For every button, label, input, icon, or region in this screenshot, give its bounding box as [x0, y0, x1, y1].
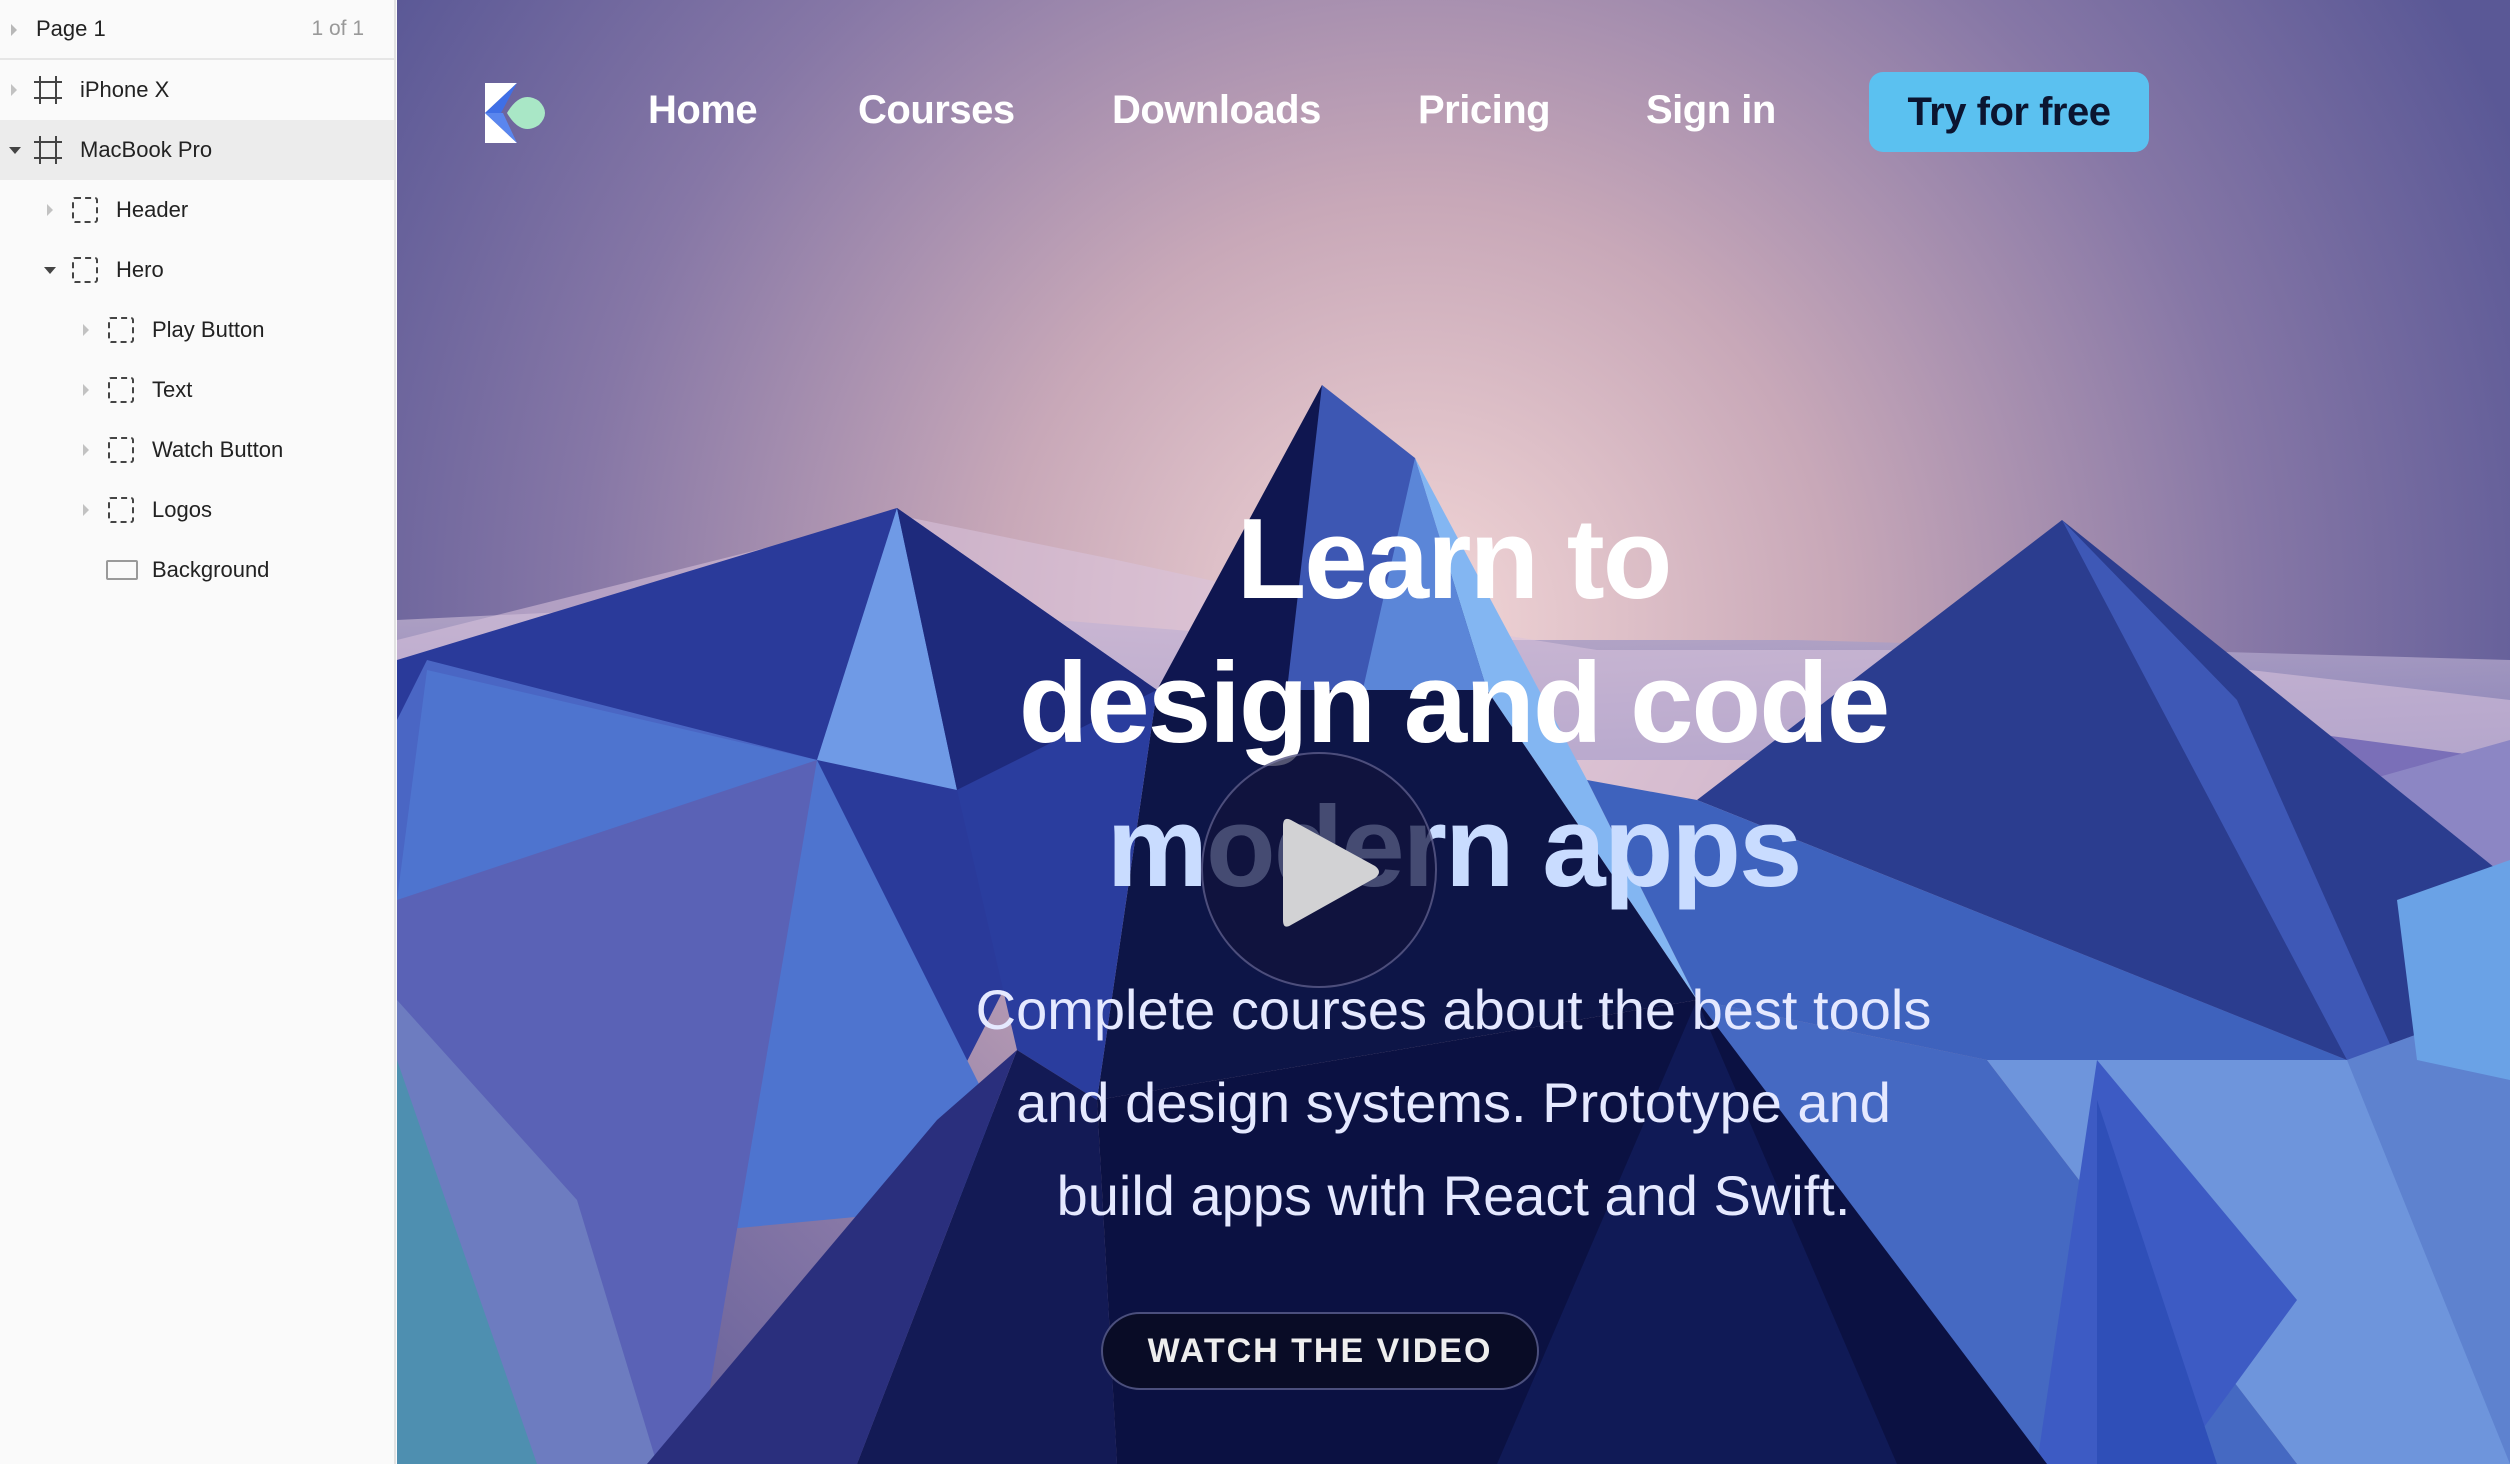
nav-pricing-link[interactable]: Pricing: [1418, 88, 1551, 133]
group-icon: [108, 377, 134, 403]
caret-right-icon[interactable]: [83, 504, 89, 516]
layer-hero[interactable]: Hero: [0, 240, 394, 300]
layer-iphone-x[interactable]: iPhone X: [0, 60, 394, 120]
logo-icon[interactable]: [485, 83, 547, 143]
group-icon: [108, 437, 134, 463]
group-icon: [108, 497, 134, 523]
layer-play-button[interactable]: Play Button: [0, 300, 394, 360]
hero-headline-line-1: Learn to: [1236, 496, 1673, 623]
group-icon: [72, 257, 98, 283]
hero-subtitle-line-1: Complete courses about the best tools: [975, 978, 1932, 1041]
layer-label: MacBook Pro: [80, 137, 213, 162]
layer-label: Play Button: [152, 317, 265, 342]
site-header: Home Courses Downloads Pricing Sign in T…: [397, 0, 2510, 224]
play-icon: [1283, 818, 1379, 927]
layer-label: Text: [152, 377, 193, 402]
artboard-icon: [34, 76, 62, 104]
rectangle-icon: [106, 560, 138, 580]
canvas-artboard: Home Courses Downloads Pricing Sign in T…: [397, 0, 2510, 1464]
layer-label: Background: [152, 557, 270, 582]
hero-subtitle-line-3: build apps with React and Swift.: [1056, 1164, 1851, 1227]
layer-label: Header: [116, 197, 189, 222]
layers-panel: Page 1 1 of 1 iPhone X MacBook Pro Heade…: [0, 0, 396, 1464]
caret-down-icon[interactable]: [44, 267, 56, 274]
caret-right-icon[interactable]: [83, 324, 89, 336]
nav-courses-link[interactable]: Courses: [858, 88, 1015, 133]
layer-logos[interactable]: Logos: [0, 480, 394, 540]
layer-background[interactable]: Background: [0, 540, 394, 600]
caret-right-icon[interactable]: [83, 444, 89, 456]
caret-right-icon[interactable]: [11, 84, 17, 96]
nav-downloads-link[interactable]: Downloads: [1112, 88, 1321, 133]
artboard-icon: [34, 136, 62, 164]
hero-subtitle-line-2: and design systems. Prototype and: [1016, 1071, 1891, 1134]
caret-down-icon[interactable]: [9, 147, 21, 154]
layer-label: iPhone X: [80, 77, 170, 102]
page-selector[interactable]: Page 1 1 of 1: [0, 0, 394, 60]
layer-label: Watch Button: [152, 437, 284, 462]
layer-label: Hero: [116, 257, 164, 282]
group-icon: [108, 317, 134, 343]
nav-home-link[interactable]: Home: [648, 88, 758, 133]
try-for-free-button[interactable]: Try for free: [1869, 72, 2149, 152]
nav-sign-in-link[interactable]: Sign in: [1646, 88, 1776, 133]
group-icon: [72, 197, 98, 223]
caret-right-icon[interactable]: [47, 204, 53, 216]
play-button[interactable]: [1201, 752, 1437, 988]
layer-label: Logos: [152, 497, 212, 522]
layer-header[interactable]: Header: [0, 180, 394, 240]
layer-watch-button[interactable]: Watch Button: [0, 420, 394, 480]
layer-text[interactable]: Text: [0, 360, 394, 420]
page-count: 1 of 1: [311, 17, 364, 40]
hero-headline-line-2: design and code: [1018, 640, 1890, 767]
hero-headline-line-3: modern apps: [1106, 784, 1803, 911]
watch-video-button[interactable]: WATCH THE VIDEO: [1101, 1312, 1539, 1390]
page-caret-icon[interactable]: [11, 24, 17, 36]
layer-macbook-pro[interactable]: MacBook Pro: [0, 120, 394, 180]
page-label: Page 1: [36, 16, 106, 41]
caret-right-icon[interactable]: [83, 384, 89, 396]
